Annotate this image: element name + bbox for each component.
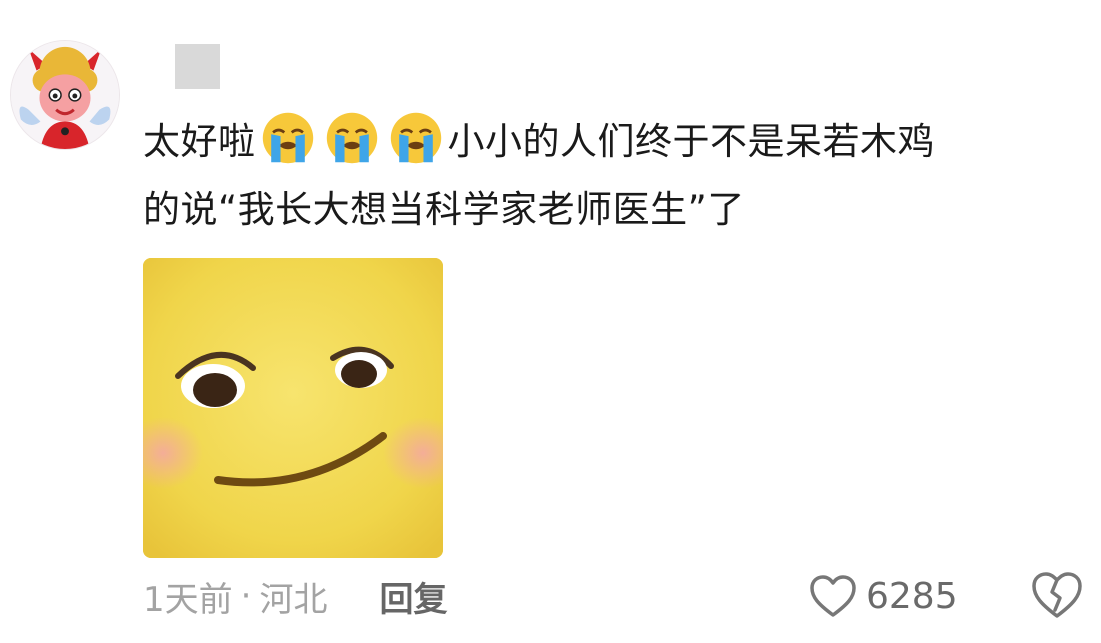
broken-heart-icon[interactable]: [1030, 570, 1084, 620]
heart-outline-icon: [810, 575, 856, 617]
comment-text: 太好啦 小小的人们终于不是呆若木鸡的说“我长大想当科学家老师医生”了: [143, 108, 1073, 244]
comment-text-part-1: 太好啦: [143, 120, 256, 163]
loudly-crying-face-icon: [260, 110, 316, 166]
meta-separator: ·: [240, 576, 252, 616]
avatar-devil-icon: [11, 41, 119, 149]
comment-text-part-2: 小小的人们终于不是呆若木鸡: [447, 120, 935, 163]
reply-button[interactable]: 回复: [379, 572, 447, 621]
like-button[interactable]: 6285: [808, 568, 958, 624]
comment-text-part-3: 的说“我长大想当科学家老师医生”了: [143, 188, 745, 231]
comment-time: 1天前: [143, 579, 233, 620]
username-redacted[interactable]: [175, 44, 220, 89]
loudly-crying-face-icon: [388, 110, 444, 166]
comment-location: 河北: [259, 579, 328, 620]
smiling-face-sticker-icon: [143, 258, 443, 558]
sticker-image[interactable]: [143, 258, 443, 558]
comment-item: 太好啦 小小的人们终于不是呆若木鸡的说“我长大想当科学家老师医生”了 1天前 ·…: [0, 0, 1101, 643]
comment-meta: 1天前 · 河北 回复: [143, 570, 447, 622]
loudly-crying-face-icon: [324, 110, 380, 166]
user-avatar[interactable]: [10, 40, 120, 150]
like-count: 6285: [866, 575, 958, 617]
